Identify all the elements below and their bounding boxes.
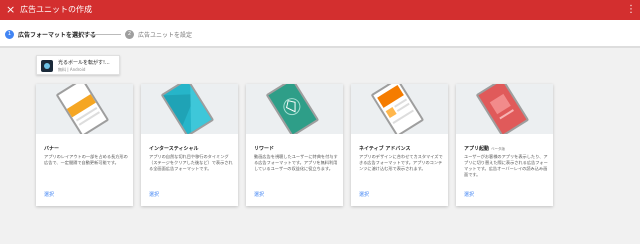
format-card-native[interactable]: ネイティブ アドバンス アプリのデザインに合わせてカスタマイズできる広告フォーマ… xyxy=(351,84,448,206)
app-platform: 無料 | Android xyxy=(58,67,86,72)
format-card-interstitial[interactable]: インタースティシャル アプリの自然な切れ目や移行のタイミング（ステージをクリアし… xyxy=(141,84,238,206)
stepper: 1 広告フォーマットを選択する 2 広告ユニットを設定 xyxy=(0,20,640,48)
card-description: ユーザーがお客様のアプリを表示したり、アプリに切り替えた際に表示される広告フォー… xyxy=(464,154,548,177)
app-header: × 広告ユニットの作成 ⋮ xyxy=(0,0,640,20)
page-title: 広告ユニットの作成 xyxy=(20,5,92,14)
step-label: 広告ユニットを設定 xyxy=(138,31,193,39)
card-title: ネイティブ アドバンス xyxy=(359,146,411,152)
select-banner-button[interactable]: 選択 xyxy=(44,191,54,198)
interstitial-illustration xyxy=(141,84,238,134)
step-configure-unit[interactable]: 2 広告ユニットを設定 xyxy=(125,29,192,39)
app-name: 光るボールを転がす!... xyxy=(58,60,110,66)
format-card-app-open[interactable]: アプリ起動 ベータ版 ユーザーがお客様のアプリを表示したり、アプリに切り替えた際に… xyxy=(456,84,553,206)
step-number: 1 xyxy=(5,29,14,39)
more-options-icon[interactable]: ⋮ xyxy=(626,3,636,17)
close-icon[interactable]: × xyxy=(6,3,15,17)
app-open-illustration xyxy=(456,84,553,134)
format-card-rewarded[interactable]: リワード 動画広告を視聴したユーザーに特典を付与する広告フォーマットです。アプリ… xyxy=(246,84,343,206)
native-illustration xyxy=(351,84,448,134)
card-title: アプリ起動 ベータ版 xyxy=(464,146,506,152)
card-title: インタースティシャル xyxy=(149,146,199,152)
card-description: アプリのレイアウトの一部を占める長方形の広告で、一定間隔で自動更新可能です。 xyxy=(44,154,128,165)
format-card-banner[interactable]: バナー アプリのレイアウトの一部を占める長方形の広告で、一定間隔で自動更新可能で… xyxy=(36,84,133,206)
card-description: 動画広告を視聴したユーザーに特典を付与する広告フォーマットです。アプリを無料利用… xyxy=(254,154,338,171)
selected-app-card: 光るボールを転がす!... 無料 | Android xyxy=(36,55,120,75)
card-title: リワード xyxy=(254,146,275,152)
select-app-open-button[interactable]: 選択 xyxy=(464,191,474,198)
step-connector xyxy=(81,34,121,35)
banner-illustration xyxy=(36,84,133,134)
card-title: バナー xyxy=(44,146,60,152)
card-description: アプリのデザインに合わせてカスタマイズできる広告フォーマットです。アプリのコンテ… xyxy=(359,154,443,171)
select-rewarded-button[interactable]: 選択 xyxy=(254,191,264,198)
rewarded-illustration xyxy=(246,84,343,134)
beta-badge: ベータ版 xyxy=(491,147,506,151)
app-icon xyxy=(41,60,53,72)
card-description: アプリの自然な切れ目や移行のタイミング（ステージをクリアした後など）で表示される… xyxy=(149,154,233,171)
step-number: 2 xyxy=(125,29,134,39)
select-interstitial-button[interactable]: 選択 xyxy=(149,191,159,198)
select-native-button[interactable]: 選択 xyxy=(359,191,369,198)
